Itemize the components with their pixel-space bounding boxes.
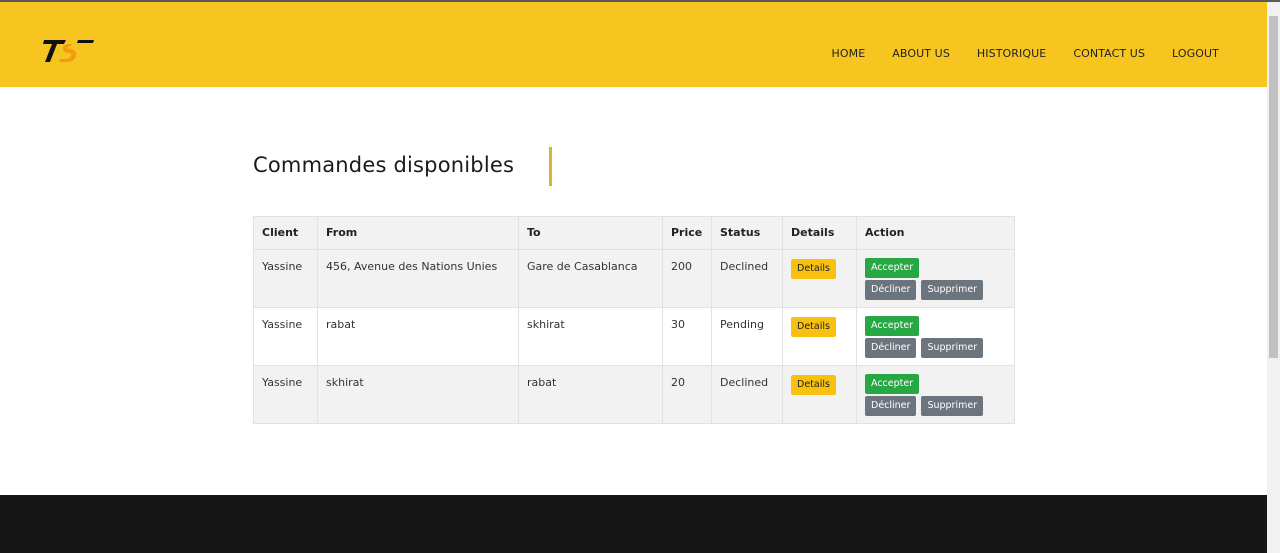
- delete-button[interactable]: Supprimer: [921, 396, 984, 416]
- nav-logout[interactable]: LOGOUT: [1172, 47, 1219, 60]
- cell-status: Pending: [711, 307, 783, 366]
- cell-status: Declined: [711, 365, 783, 424]
- main-nav: HOME ABOUT US HISTORIQUE CONTACT US LOGO…: [804, 47, 1219, 60]
- accept-button[interactable]: Accepter: [865, 316, 920, 336]
- header-from: From: [317, 216, 519, 250]
- cell-client: Yassine: [253, 365, 318, 424]
- decline-button[interactable]: Décliner: [865, 396, 917, 416]
- header-action: Action: [856, 216, 1015, 250]
- table-row: Yassine skhirat rabat 20 Declined Detail…: [253, 365, 1015, 424]
- vertical-scrollbar[interactable]: [1267, 2, 1280, 553]
- cell-action: Accepter Décliner Supprimer: [856, 365, 1015, 424]
- table-row: Yassine 456, Avenue des Nations Unies Ga…: [253, 249, 1015, 308]
- title-accent-bar: [549, 147, 552, 186]
- nav-about-us[interactable]: ABOUT US: [892, 47, 950, 60]
- cell-price: 200: [662, 249, 712, 308]
- footer: [0, 495, 1267, 553]
- details-button[interactable]: Details: [791, 317, 836, 337]
- cell-from: skhirat: [317, 365, 519, 424]
- page-title: Commandes disponibles: [253, 153, 515, 177]
- cell-price: 30: [662, 307, 712, 366]
- accept-button[interactable]: Accepter: [865, 258, 920, 278]
- nav-historique[interactable]: HISTORIQUE: [977, 47, 1046, 60]
- table-row: Yassine rabat skhirat 30 Pending Details…: [253, 307, 1015, 366]
- cell-details: Details: [782, 365, 857, 424]
- cell-status: Declined: [711, 249, 783, 308]
- cell-action: Accepter Décliner Supprimer: [856, 307, 1015, 366]
- cell-client: Yassine: [253, 307, 318, 366]
- details-button[interactable]: Details: [791, 259, 836, 279]
- cell-client: Yassine: [253, 249, 318, 308]
- cell-to: Gare de Casablanca: [518, 249, 663, 308]
- cell-from: 456, Avenue des Nations Unies: [317, 249, 519, 308]
- nav-home[interactable]: HOME: [831, 47, 865, 60]
- cell-details: Details: [782, 307, 857, 366]
- accept-button[interactable]: Accepter: [865, 374, 920, 394]
- orders-table: Client From To Price Status Details Acti…: [253, 216, 1015, 424]
- nav-contact-us[interactable]: CONTACT US: [1073, 47, 1145, 60]
- cell-price: 20: [662, 365, 712, 424]
- header-details: Details: [782, 216, 857, 250]
- details-button[interactable]: Details: [791, 375, 836, 395]
- cell-to: rabat: [518, 365, 663, 424]
- cell-from: rabat: [317, 307, 519, 366]
- header-client: Client: [253, 216, 318, 250]
- decline-button[interactable]: Décliner: [865, 280, 917, 300]
- header-price: Price: [662, 216, 712, 250]
- scrollbar-thumb[interactable]: [1269, 16, 1278, 358]
- header: HOME ABOUT US HISTORIQUE CONTACT US LOGO…: [0, 2, 1267, 87]
- decline-button[interactable]: Décliner: [865, 338, 917, 358]
- ts-logo[interactable]: [40, 36, 96, 64]
- delete-button[interactable]: Supprimer: [921, 280, 984, 300]
- cell-to: skhirat: [518, 307, 663, 366]
- table-header-row: Client From To Price Status Details Acti…: [253, 216, 1015, 250]
- main-content: Commandes disponibles Client From To Pri…: [0, 87, 1267, 495]
- cell-details: Details: [782, 249, 857, 308]
- header-status: Status: [711, 216, 783, 250]
- delete-button[interactable]: Supprimer: [921, 338, 984, 358]
- page: HOME ABOUT US HISTORIQUE CONTACT US LOGO…: [0, 0, 1280, 553]
- cell-action: Accepter Décliner Supprimer: [856, 249, 1015, 308]
- header-to: To: [518, 216, 663, 250]
